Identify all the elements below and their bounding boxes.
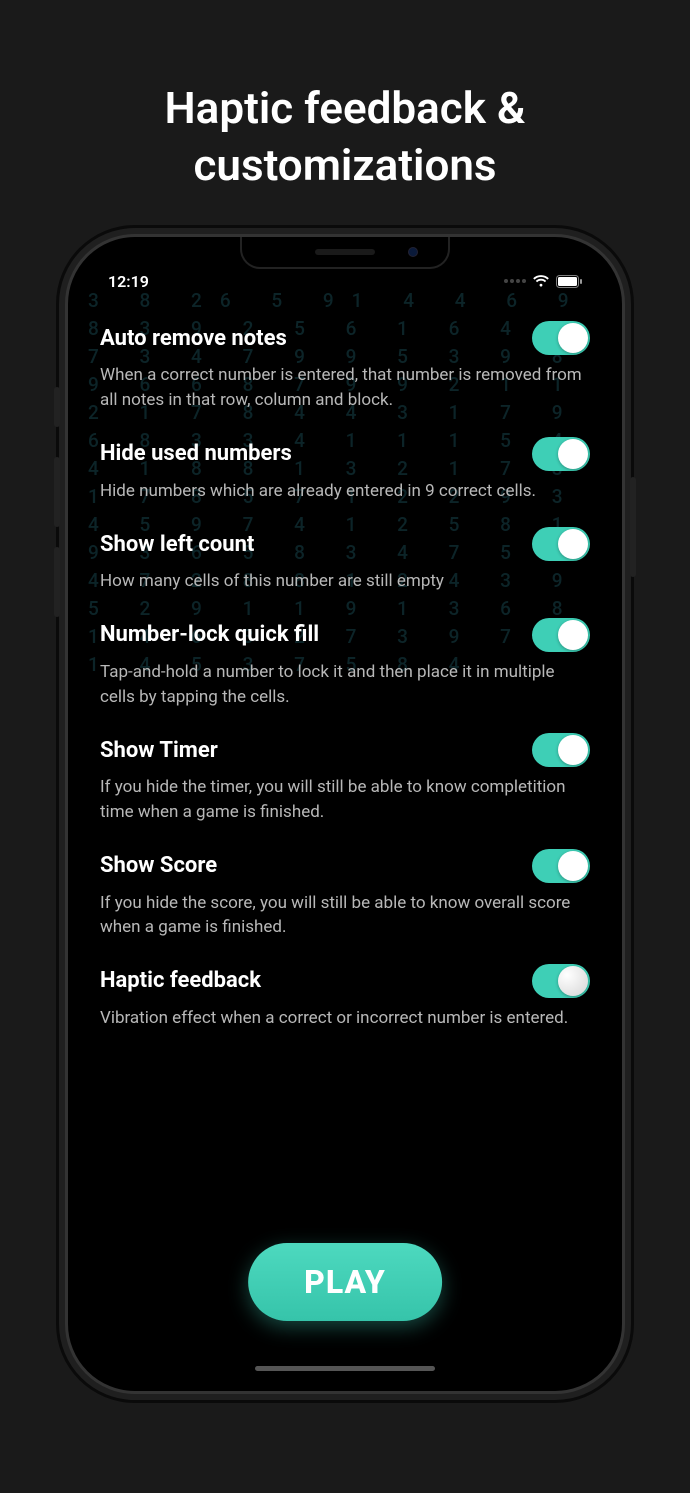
phone-notch [240,237,450,269]
setting-desc: If you hide the timer, you will still be… [100,775,590,824]
setting-auto-remove-notes: Auto remove notes When a correct number … [100,307,590,422]
setting-show-left-count: Show left count How many cells of this n… [100,513,590,604]
setting-title: Auto remove notes [100,326,287,351]
toggle-hide-used-numbers[interactable] [532,437,590,471]
setting-show-score: Show Score If you hide the score, you wi… [100,835,590,950]
play-button[interactable]: PLAY [248,1243,442,1321]
phone-power-button [630,477,636,577]
setting-title: Number-lock quick fill [100,622,319,647]
setting-show-timer: Show Timer If you hide the timer, you wi… [100,719,590,834]
battery-icon [556,275,582,288]
promo-title: Haptic feedback & customizations [0,0,690,234]
settings-list[interactable]: Auto remove notes When a correct number … [78,297,612,1040]
setting-title: Haptic feedback [100,968,261,993]
toggle-show-score[interactable] [532,849,590,883]
toggle-haptic-feedback[interactable] [532,964,590,998]
phone-screen: 3 8 26 5 91 4 4 6 9 8 3 9 2 5 6 1 6 4 9 … [78,247,612,1381]
setting-number-lock-quick-fill: Number-lock quick fill Tap-and-hold a nu… [100,604,590,719]
wifi-icon [532,274,550,288]
setting-desc: Hide numbers which are already entered i… [100,479,590,504]
setting-title: Hide used numbers [100,441,292,466]
phone-frame: 3 8 26 5 91 4 4 6 9 8 3 9 2 5 6 1 6 4 9 … [65,234,625,1394]
setting-title: Show Timer [100,738,218,763]
toggle-auto-remove-notes[interactable] [532,321,590,355]
phone-volume-up [54,457,60,527]
status-time: 12:19 [108,272,149,291]
cellular-dots-icon [504,279,526,283]
setting-desc: How many cells of this number are still … [100,569,590,594]
setting-title: Show Score [100,853,217,878]
setting-desc: When a correct number is entered, that n… [100,363,590,412]
setting-desc: Vibration effect when a correct or incor… [100,1006,590,1031]
toggle-number-lock-quick-fill[interactable] [532,618,590,652]
front-camera-icon [408,247,418,257]
setting-desc: Tap-and-hold a number to lock it and the… [100,660,590,709]
phone-volume-down [54,547,60,617]
home-indicator[interactable] [255,1366,435,1371]
setting-haptic-feedback: Haptic feedback Vibration effect when a … [100,950,590,1041]
phone-mute-switch [54,387,60,427]
toggle-show-timer[interactable] [532,733,590,767]
setting-hide-used-numbers: Hide used numbers Hide numbers which are… [100,423,590,514]
toggle-show-left-count[interactable] [532,527,590,561]
setting-title: Show left count [100,532,254,557]
setting-desc: If you hide the score, you will still be… [100,891,590,940]
